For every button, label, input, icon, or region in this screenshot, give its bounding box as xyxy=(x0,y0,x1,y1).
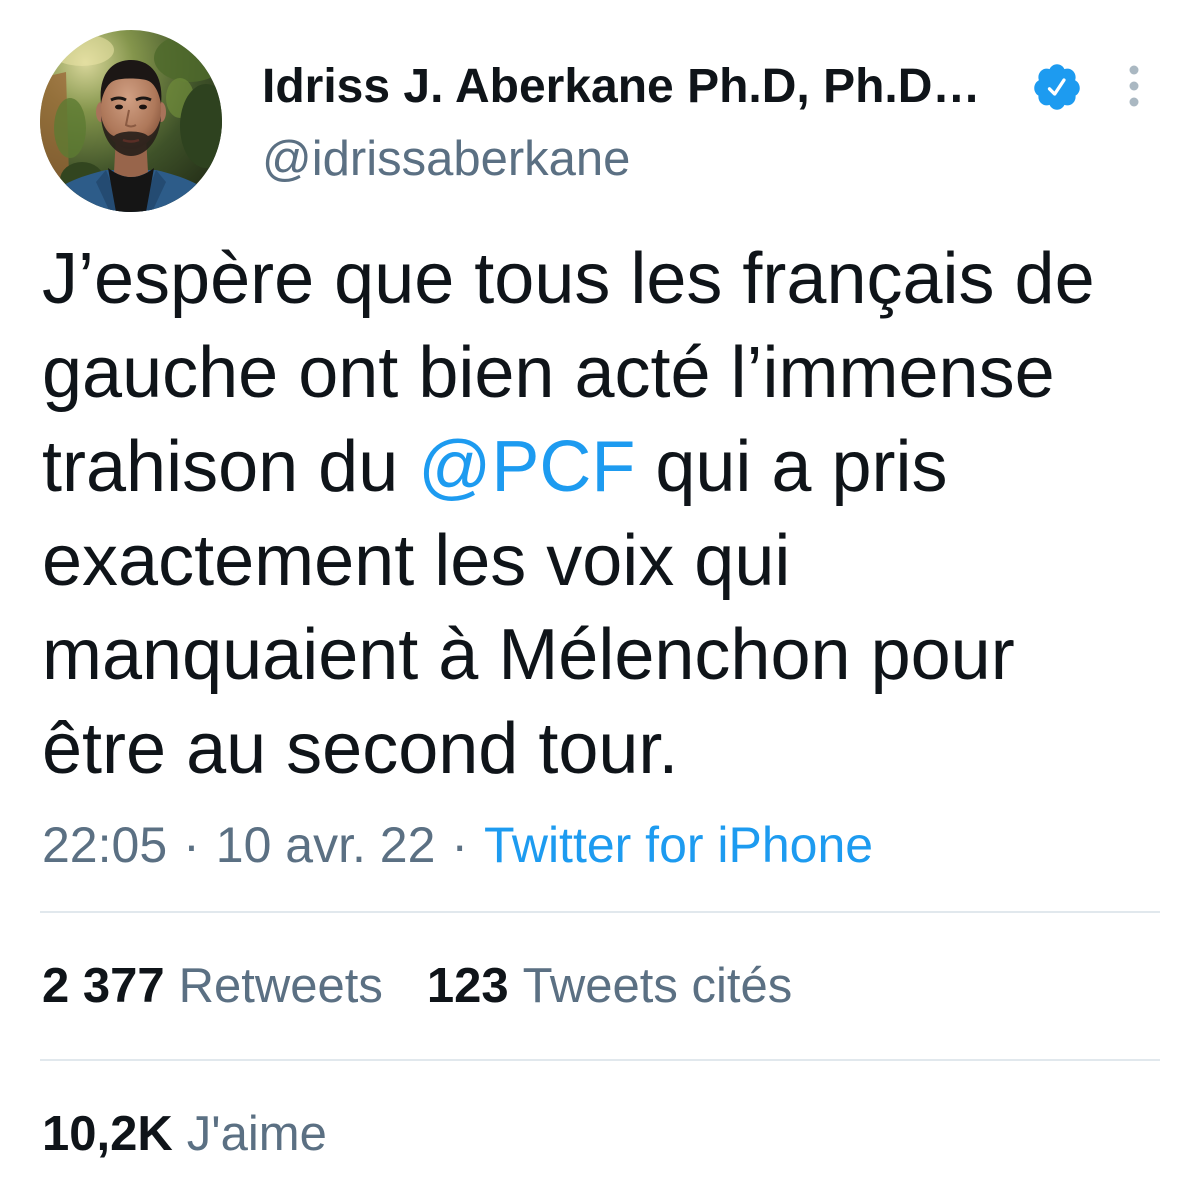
divider xyxy=(40,1059,1160,1061)
retweets-label: Retweets xyxy=(178,959,383,1013)
tweet-time[interactable]: 22:05 xyxy=(42,820,167,870)
more-dot xyxy=(1129,97,1139,107)
retweets-stat[interactable]: 2 377 Retweets xyxy=(42,962,383,1011)
tweet-meta: 22:05 · 10 avr. 22 · Twitter for iPhone xyxy=(42,820,873,870)
tweet-source-link[interactable]: Twitter for iPhone xyxy=(484,820,873,870)
engagement-stats: 2 377 Retweets 123 Tweets cités xyxy=(42,962,792,1011)
divider xyxy=(40,911,1160,913)
retweets-count: 2 377 xyxy=(42,959,165,1013)
mention-link[interactable]: @PCF xyxy=(418,427,635,507)
avatar[interactable] xyxy=(40,30,222,212)
quote-tweets-label: Tweets cités xyxy=(522,959,793,1013)
likes-stat[interactable]: 10,2K J'aime xyxy=(42,1110,327,1159)
more-dot xyxy=(1129,65,1139,75)
author-display-name[interactable]: Idriss J. Aberkane Ph.D, Ph.D… xyxy=(262,63,980,111)
verified-badge-icon xyxy=(1031,61,1083,113)
verified-badge-shape xyxy=(1034,64,1080,110)
tweet-text: J’espère que tous les français de gauche… xyxy=(42,232,1126,796)
avatar-photo xyxy=(40,30,222,212)
likes-label: J'aime xyxy=(186,1107,327,1161)
avatar-illustration xyxy=(40,30,222,212)
tweet-date[interactable]: 10 avr. 22 xyxy=(216,820,436,870)
author-handle[interactable]: @idrissaberkane xyxy=(262,135,630,184)
meta-separator: · xyxy=(183,817,200,873)
quote-tweets-count: 123 xyxy=(426,959,509,1013)
likes-count: 10,2K xyxy=(42,1107,173,1161)
quote-tweets-stat[interactable]: 123 Tweets cités xyxy=(427,962,792,1011)
more-vertical-icon[interactable] xyxy=(1124,58,1144,114)
likes-row: 10,2K J'aime xyxy=(42,1110,327,1159)
meta-separator: · xyxy=(451,817,469,873)
more-dot xyxy=(1129,81,1139,91)
